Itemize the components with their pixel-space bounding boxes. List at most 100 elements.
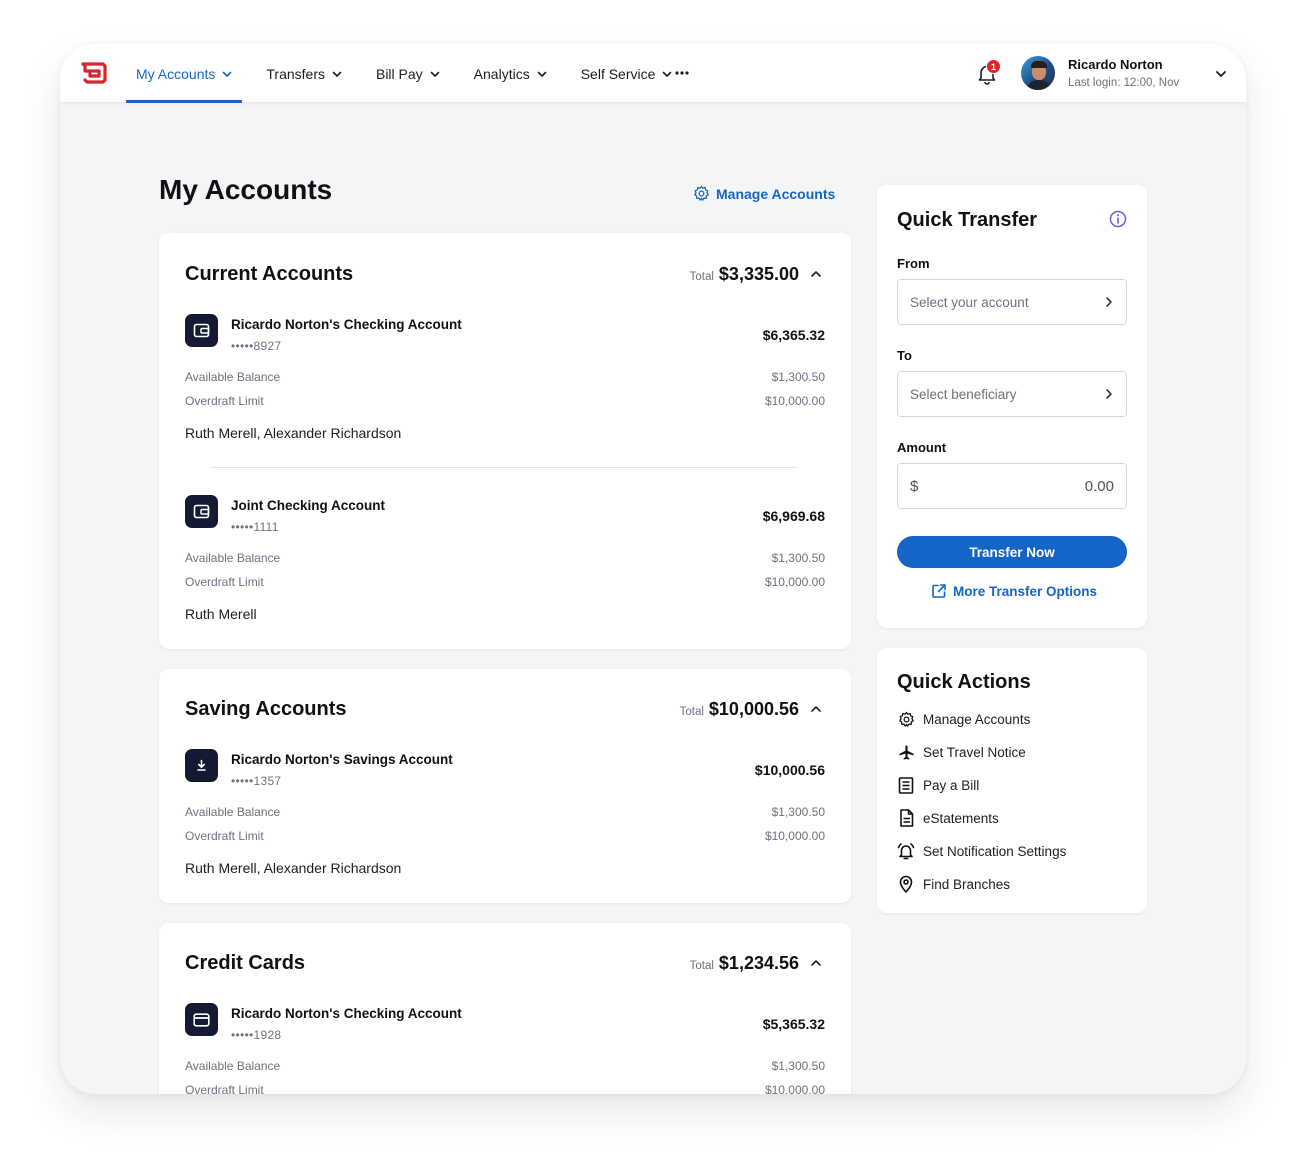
nav-label: Transfers bbox=[266, 65, 325, 82]
total-value: $10,000.56 bbox=[708, 699, 799, 719]
account-balance: $10,000.56 bbox=[754, 762, 825, 778]
account-balance: $5,365.32 bbox=[762, 1016, 825, 1032]
nav-label: My Accounts bbox=[136, 65, 216, 82]
quick-action-label: Manage Accounts bbox=[923, 711, 1031, 727]
app-window: My Accounts Transfers Bill Pay Analytics… bbox=[60, 44, 1246, 1094]
total-value: $1,234.56 bbox=[718, 953, 799, 973]
section-title: Saving Accounts bbox=[185, 698, 347, 720]
last-login-text: Last login: 12:00, Nov bbox=[1068, 77, 1180, 89]
available-balance-label: Available Balance bbox=[185, 1059, 281, 1073]
chevron-down-icon bbox=[537, 71, 547, 77]
quick-transfer-title: Quick Transfer bbox=[897, 209, 1038, 231]
available-balance-label: Available Balance bbox=[185, 805, 281, 819]
wallet-icon bbox=[185, 495, 218, 528]
chevron-up-icon[interactable] bbox=[809, 267, 823, 281]
account-number: •••••1928 bbox=[231, 1028, 282, 1042]
quick-actions-title: Quick Actions bbox=[897, 671, 1031, 693]
quick-action-travel-notice[interactable]: Set Travel Notice bbox=[897, 743, 1026, 761]
chevron-down-icon[interactable] bbox=[1215, 68, 1227, 80]
divider bbox=[211, 467, 797, 468]
available-balance-value: $1,300.50 bbox=[771, 370, 825, 384]
total-label: Total bbox=[679, 706, 704, 718]
current-accounts-card: Current Accounts Total $3,335.00 Ricardo… bbox=[159, 233, 851, 649]
user-avatar[interactable] bbox=[1021, 56, 1055, 90]
page-title: My Accounts bbox=[159, 174, 333, 205]
account-name[interactable]: Joint Checking Account bbox=[231, 498, 385, 513]
nav-label: Analytics bbox=[473, 65, 530, 82]
chevron-down-icon bbox=[332, 71, 342, 77]
alarm-bell-icon bbox=[897, 842, 915, 860]
account-name[interactable]: Ricardo Norton's Checking Account bbox=[231, 1006, 462, 1021]
to-placeholder: Select beneficiary bbox=[910, 386, 1017, 402]
account-owners: Ruth Merell, Alexander Richardson bbox=[185, 860, 402, 876]
manage-accounts-link[interactable]: Manage Accounts bbox=[693, 185, 835, 202]
notification-badge: 1 bbox=[986, 59, 1001, 74]
quick-action-notification-settings[interactable]: Set Notification Settings bbox=[897, 842, 1066, 860]
account-owners: Ruth Merell bbox=[185, 606, 257, 622]
quick-action-estatements[interactable]: eStatements bbox=[897, 809, 999, 827]
chevron-up-icon[interactable] bbox=[809, 956, 823, 970]
total-label: Total bbox=[689, 271, 714, 283]
overdraft-limit-value: $10,000.00 bbox=[764, 829, 825, 843]
user-name: Ricardo Norton bbox=[1068, 57, 1163, 72]
nav-label: Bill Pay bbox=[375, 65, 423, 82]
nav-transfers[interactable]: Transfers bbox=[256, 44, 352, 103]
beneficiary-select[interactable]: Select beneficiary bbox=[897, 371, 1127, 417]
quick-action-label: Pay a Bill bbox=[923, 777, 980, 793]
amount-label: Amount bbox=[897, 440, 947, 455]
quick-action-label: Set Notification Settings bbox=[923, 843, 1067, 859]
more-transfer-options-link[interactable]: More Transfer Options bbox=[931, 583, 1097, 599]
main-nav: My Accounts Transfers Bill Pay Analytics… bbox=[126, 44, 696, 103]
credit-card-icon bbox=[185, 1003, 218, 1036]
info-icon[interactable] bbox=[1109, 210, 1127, 228]
nav-self-service[interactable]: Self Service bbox=[571, 44, 683, 103]
manage-accounts-label: Manage Accounts bbox=[716, 185, 836, 202]
nav-analytics[interactable]: Analytics bbox=[464, 44, 557, 103]
quick-action-manage-accounts[interactable]: Manage Accounts bbox=[897, 710, 1030, 728]
amount-value: 0.00 bbox=[1084, 477, 1114, 495]
account-number: •••••1111 bbox=[231, 520, 279, 534]
quick-action-pay-bill[interactable]: Pay a Bill bbox=[897, 776, 979, 794]
available-balance-value: $1,300.50 bbox=[771, 1059, 825, 1073]
nav-my-accounts[interactable]: My Accounts bbox=[126, 44, 243, 103]
quick-transfer-card: Quick Transfer From Select your account … bbox=[877, 185, 1147, 628]
from-label: From bbox=[897, 256, 930, 271]
saving-accounts-card: Saving Accounts Total $10,000.56 Ricardo… bbox=[159, 669, 851, 903]
amount-input[interactable]: $ 0.00 bbox=[897, 463, 1127, 509]
credit-cards-card: Credit Cards Total $1,234.56 Ricardo Nor… bbox=[159, 923, 851, 1094]
gear-icon bbox=[694, 185, 709, 201]
gear-icon bbox=[897, 710, 915, 728]
bank-logo-icon[interactable] bbox=[81, 62, 107, 84]
wallet-icon bbox=[185, 314, 218, 347]
overdraft-limit-label: Overdraft Limit bbox=[185, 1083, 264, 1094]
nav-bill-pay[interactable]: Bill Pay bbox=[366, 44, 450, 103]
section-total: Total $3,335.00 bbox=[690, 264, 799, 285]
account-name[interactable]: Ricardo Norton's Savings Account bbox=[231, 752, 453, 767]
quick-action-find-branches[interactable]: Find Branches bbox=[897, 875, 1010, 893]
overdraft-limit-label: Overdraft Limit bbox=[185, 394, 264, 408]
more-options-icon[interactable] bbox=[674, 67, 690, 79]
document-icon bbox=[897, 809, 915, 827]
from-account-select[interactable]: Select your account bbox=[897, 279, 1127, 325]
top-navigation-bar: My Accounts Transfers Bill Pay Analytics… bbox=[60, 44, 1246, 103]
section-total: Total $1,234.56 bbox=[690, 953, 799, 974]
savings-deposit-icon bbox=[185, 749, 218, 782]
available-balance-value: $1,300.50 bbox=[771, 805, 825, 819]
map-pin-icon bbox=[897, 875, 915, 893]
chevron-up-icon[interactable] bbox=[809, 702, 823, 716]
available-balance-label: Available Balance bbox=[185, 551, 281, 565]
quick-action-label: eStatements bbox=[923, 810, 999, 826]
account-balance: $6,365.32 bbox=[762, 327, 825, 343]
section-title: Current Accounts bbox=[185, 263, 354, 285]
bill-icon bbox=[897, 776, 915, 794]
chevron-down-icon bbox=[223, 71, 232, 77]
transfer-now-button[interactable]: Transfer Now bbox=[897, 536, 1127, 568]
quick-action-label: Find Branches bbox=[923, 876, 1011, 892]
chevron-right-icon bbox=[1106, 389, 1112, 399]
account-name[interactable]: Ricardo Norton's Checking Account bbox=[231, 317, 462, 332]
section-total: Total $10,000.56 bbox=[680, 699, 799, 720]
overdraft-limit-value: $10,000.00 bbox=[764, 394, 825, 408]
chevron-down-icon bbox=[663, 71, 672, 77]
account-number: •••••1357 bbox=[231, 774, 282, 788]
more-transfer-options-label: More Transfer Options bbox=[953, 583, 1098, 599]
